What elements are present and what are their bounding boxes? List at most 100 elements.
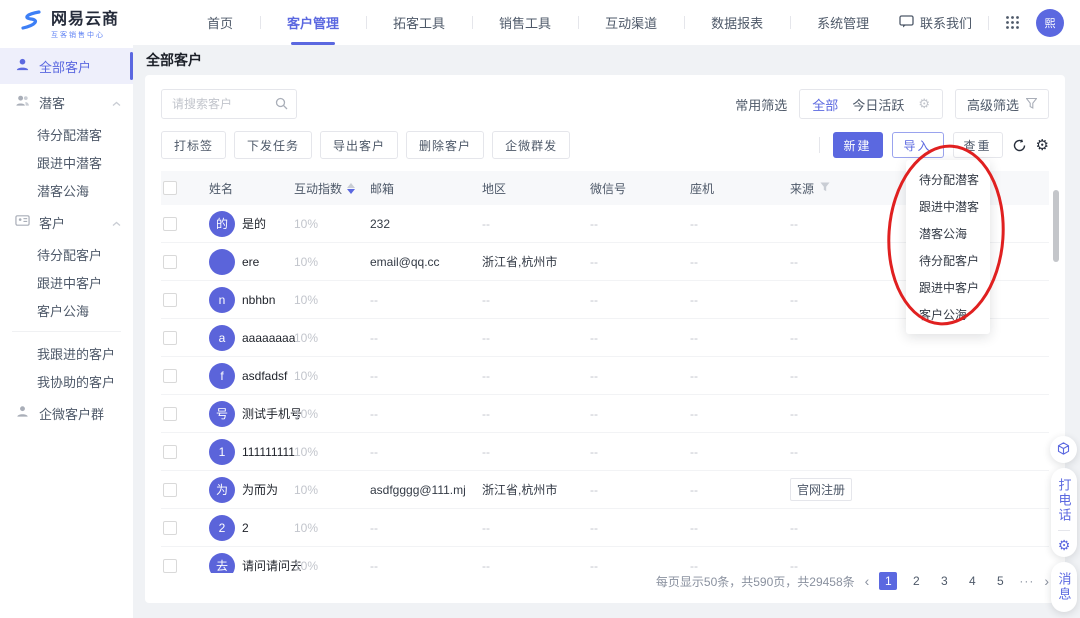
sidebar-item-1[interactable]: 潜客 <box>0 84 133 120</box>
quick-filter-gear-icon[interactable]: ⚙ <box>918 96 930 112</box>
nav-item-0[interactable]: 首页 <box>180 0 260 45</box>
contact-us-button[interactable]: 联系我们 <box>899 13 972 32</box>
email-cell: -- <box>370 407 482 421</box>
wechat-cell-value: -- <box>590 521 598 535</box>
quick-filter-today-active[interactable]: 今日活跃 <box>852 95 904 114</box>
column-filter-funnel-icon[interactable] <box>820 181 830 195</box>
pagination-next-button[interactable]: › <box>1044 573 1049 589</box>
new-button[interactable]: 新建 <box>833 132 883 158</box>
user-icon <box>15 57 30 75</box>
nav-item-6[interactable]: 系统管理 <box>790 0 896 45</box>
import-dropdown-item-3[interactable]: 待分配客户 <box>906 247 990 274</box>
customer-name[interactable]: 是的 <box>242 215 266 232</box>
row-checkbox[interactable] <box>163 445 177 459</box>
advanced-filter-button[interactable]: 高级筛选 <box>955 89 1049 119</box>
name-cell: 22 <box>209 515 294 541</box>
import-dropdown-item-4[interactable]: 跟进中客户 <box>906 274 990 301</box>
import-dropdown-item-5[interactable]: 客户公海 <box>906 301 990 328</box>
import-button[interactable]: 导入 <box>892 132 944 158</box>
table-row[interactable]: 号测试手机号10%---------- <box>161 395 1049 433</box>
nav-item-1[interactable]: 客户管理 <box>260 0 366 45</box>
page-number-5[interactable]: 5 <box>991 572 1009 590</box>
float-cube-button[interactable] <box>1050 436 1077 463</box>
call-phone-button[interactable]: 打电话 <box>1058 478 1071 523</box>
page-ellipsis[interactable]: ··· <box>1019 574 1034 588</box>
select-all-checkbox[interactable] <box>163 181 177 195</box>
table-row[interactable]: fasdfadsf10%---------- <box>161 357 1049 395</box>
sidebar-subitem-4[interactable]: 潜客公海 <box>0 176 133 204</box>
batch-button-2[interactable]: 导出客户 <box>320 131 398 159</box>
column-settings-gear-icon[interactable]: ⚙ <box>1036 138 1049 153</box>
row-checkbox[interactable] <box>163 293 177 307</box>
customer-name[interactable]: asdfadsf <box>242 369 287 383</box>
page-number-2[interactable]: 2 <box>907 572 925 590</box>
customer-name[interactable]: 测试手机号 <box>242 405 302 422</box>
customer-name[interactable]: ere <box>242 255 259 269</box>
batch-button-4[interactable]: 企微群发 <box>492 131 570 159</box>
batch-button-3[interactable]: 删除客户 <box>406 131 484 159</box>
name-cell: 的是的 <box>209 211 294 237</box>
nav-item-4[interactable]: 互动渠道 <box>578 0 684 45</box>
table-row[interactable]: 为为而为10%asdfgggg@111.mj浙江省,杭州市----官网注册 <box>161 471 1049 509</box>
row-checkbox[interactable] <box>163 407 177 421</box>
header-col-label: 邮箱 <box>370 180 394 197</box>
page-number-1[interactable]: 1 <box>879 572 897 590</box>
sidebar-subitem-9[interactable]: 我跟进的客户 <box>0 339 133 367</box>
search-icon[interactable] <box>275 97 288 113</box>
user-avatar[interactable]: 熙 <box>1036 9 1064 37</box>
refresh-icon[interactable] <box>1012 138 1027 153</box>
row-checkbox[interactable] <box>163 483 177 497</box>
sidebar-item-5[interactable]: 客户 <box>0 204 133 240</box>
import-dropdown-menu: 待分配潜客跟进中潜客潜客公海待分配客户跟进中客户客户公海 <box>906 160 990 334</box>
nav-item-2[interactable]: 拓客工具 <box>366 0 472 45</box>
table-row[interactable]: 111111111110%---------- <box>161 433 1049 471</box>
sidebar-subitem-10[interactable]: 我协助的客户 <box>0 367 133 395</box>
float-settings-gear-icon[interactable]: ⚙ <box>1058 538 1071 552</box>
chevron-up-icon[interactable] <box>112 215 121 230</box>
row-checkbox[interactable] <box>163 369 177 383</box>
customer-name[interactable]: 2 <box>242 521 249 535</box>
batch-button-0[interactable]: 打标签 <box>161 131 226 159</box>
row-checkbox-cell <box>161 369 209 383</box>
chevron-up-icon[interactable] <box>112 95 121 110</box>
email-cell: -- <box>370 521 482 535</box>
email-cell-value: email@qq.cc <box>370 255 440 269</box>
float-message-button[interactable]: 消息 <box>1051 562 1077 612</box>
region-cell-value: 浙江省,杭州市 <box>482 481 557 498</box>
batch-button-1[interactable]: 下发任务 <box>234 131 312 159</box>
nav-item-5[interactable]: 数据报表 <box>684 0 790 45</box>
customer-name[interactable]: 111111111 <box>242 445 295 459</box>
pagination-prev-button[interactable]: ‹ <box>865 573 870 589</box>
page-number-3[interactable]: 3 <box>935 572 953 590</box>
import-dropdown-item-2[interactable]: 潜客公海 <box>906 220 990 247</box>
sidebar-subitem-6[interactable]: 待分配客户 <box>0 240 133 268</box>
sidebar-item-11[interactable]: 企微客户群 <box>0 395 133 431</box>
table-row[interactable]: 2210%---------- <box>161 509 1049 547</box>
interaction-index-value: 10% <box>294 483 318 497</box>
customer-name[interactable]: aaaaaaaa <box>242 331 295 345</box>
page-number-4[interactable]: 4 <box>963 572 981 590</box>
name-cell: ere <box>209 249 294 275</box>
top-navbar: 网易云商 互客销售中心 首页客户管理拓客工具销售工具互动渠道数据报表系统管理 联… <box>0 0 1080 45</box>
customer-name[interactable]: 为而为 <box>242 481 278 498</box>
sidebar-subitem-3[interactable]: 跟进中潜客 <box>0 148 133 176</box>
import-dropdown-item-0[interactable]: 待分配潜客 <box>906 166 990 193</box>
apps-grid-icon[interactable] <box>1005 15 1020 30</box>
row-checkbox[interactable] <box>163 217 177 231</box>
sidebar-subitem-8[interactable]: 客户公海 <box>0 296 133 324</box>
table-scrollbar[interactable] <box>1053 190 1059 262</box>
avatar: 1 <box>209 439 235 465</box>
row-checkbox[interactable] <box>163 255 177 269</box>
sort-icon[interactable] <box>347 183 355 194</box>
row-checkbox[interactable] <box>163 521 177 535</box>
import-dropdown-item-1[interactable]: 跟进中潜客 <box>906 193 990 220</box>
quick-filter-all[interactable]: 全部 <box>812 95 838 114</box>
avatar: 的 <box>209 211 235 237</box>
row-checkbox[interactable] <box>163 331 177 345</box>
sidebar-subitem-7[interactable]: 跟进中客户 <box>0 268 133 296</box>
dedupe-button[interactable]: 查重 <box>953 132 1003 158</box>
nav-item-3[interactable]: 销售工具 <box>472 0 578 45</box>
sidebar-subitem-2[interactable]: 待分配潜客 <box>0 120 133 148</box>
sidebar-item-0[interactable]: 全部客户 <box>0 48 133 84</box>
customer-name[interactable]: nbhbn <box>242 293 275 307</box>
